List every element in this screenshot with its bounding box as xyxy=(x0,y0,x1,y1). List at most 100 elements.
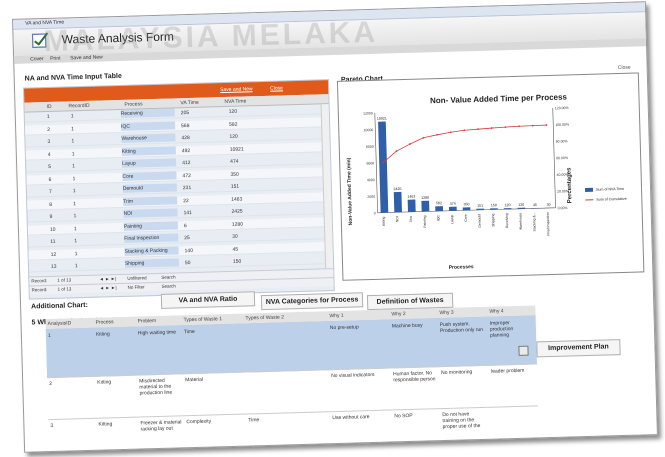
cumulative-point xyxy=(449,131,452,134)
col-why2[interactable]: Why 2 xyxy=(391,311,405,317)
filter-status[interactable]: Unfiltered xyxy=(127,275,146,281)
analysis-id: 2 xyxy=(49,380,53,388)
improvement-plan-button[interactable]: Improvement Plan xyxy=(536,339,621,358)
row-process: Receiving xyxy=(120,108,175,118)
row-va-time: 6 xyxy=(183,222,187,229)
x-tick-label: Kitting xyxy=(382,216,386,226)
pareto-chart: Non- Value Added Time per Process Non-Va… xyxy=(336,72,645,281)
y-tick-label: 2000 xyxy=(367,195,375,199)
col-id[interactable]: ID xyxy=(46,104,51,110)
nav-buttons-icon[interactable]: ◄ ► ►| xyxy=(99,276,116,281)
page: VA and NVA Time Waste Analysis Form Cove… xyxy=(0,0,665,457)
row-recordid: 1 xyxy=(71,138,75,145)
nav-buttons-outer-icon[interactable]: ◄ ► ►| xyxy=(100,285,117,290)
y-tick-label: 10000 xyxy=(364,128,374,132)
bar-value-label: 1280 xyxy=(421,196,429,200)
record-position-outer[interactable]: 1 of 13 xyxy=(58,286,72,291)
search-box-outer[interactable]: Search xyxy=(162,283,176,288)
row-recordid: 1 xyxy=(72,188,76,195)
row-id: 4 xyxy=(47,151,51,158)
search-box[interactable]: Search xyxy=(161,274,175,279)
close-button[interactable]: Close xyxy=(270,85,283,91)
row-id: 10 xyxy=(49,226,56,233)
filter-status-outer[interactable]: No Filter xyxy=(128,284,145,289)
va-nva-ratio-button[interactable]: VA and NVA Ratio xyxy=(160,291,256,309)
row-va-time: 50 xyxy=(184,260,191,267)
row-recordid: 1 xyxy=(72,175,76,182)
row-process: Trim xyxy=(123,195,178,206)
why3-cell: Do not have training on the proper use o… xyxy=(442,411,481,431)
x-tick-label: Receiving xyxy=(505,213,509,228)
x-tick-label: IQC xyxy=(436,215,440,222)
ribbon-item-cover[interactable]: Cover xyxy=(30,56,44,62)
col-why3[interactable]: Why 3 xyxy=(439,310,453,316)
x-tick-label: Shipping xyxy=(491,213,495,226)
row-id: 1 xyxy=(46,113,50,121)
row-id: 7 xyxy=(48,188,52,195)
row-nva-time: 474 xyxy=(230,158,239,165)
row-nva-time: 582 xyxy=(229,121,238,128)
col-nva-time[interactable]: NVA Time xyxy=(224,98,246,105)
x-axis-label: Processes xyxy=(449,264,474,271)
x-tick-label: Trim xyxy=(409,216,413,223)
col-analysisid[interactable]: AnalysisID xyxy=(48,320,72,327)
analysis-id: 1 xyxy=(47,332,51,340)
why4-cell: leader problem xyxy=(491,367,525,375)
row-nva-time: 2425 xyxy=(231,208,243,215)
record-position[interactable]: 1 of 13 xyxy=(57,277,71,282)
row-id: 5 xyxy=(48,163,52,170)
row-recordid: 1 xyxy=(74,238,78,245)
row-process: Kitting xyxy=(121,145,176,156)
problem-cell: High waiting time xyxy=(137,329,177,337)
col-problem[interactable]: Problem xyxy=(137,318,156,325)
x-tick-label: Layup xyxy=(450,215,454,224)
cumulative-point xyxy=(518,125,520,128)
bar-value-label: 45 xyxy=(533,203,537,207)
why2-cell: No SOP xyxy=(394,412,413,420)
problem-cell: Misdirected material to the production l… xyxy=(139,377,173,397)
row-va-time: 205 xyxy=(180,110,190,117)
waste1-cell: Material xyxy=(185,376,204,384)
y2-tick-label: 60.00% xyxy=(556,156,568,160)
y-tick-label: 4000 xyxy=(367,178,375,182)
record-selector-icon[interactable] xyxy=(518,345,529,356)
cumulative-point xyxy=(490,127,493,129)
row-process: Layup xyxy=(122,158,177,168)
col-why4[interactable]: Why 4 xyxy=(489,308,503,314)
row-va-time: 141 xyxy=(183,209,192,217)
col-why1[interactable]: Why 1 xyxy=(329,313,343,319)
waste1-cell: Complexity xyxy=(186,418,212,426)
process-cell: Kitting xyxy=(97,379,112,386)
legend-label: Sum of NVA Time xyxy=(596,187,624,192)
bar-value-label: 582 xyxy=(436,201,442,205)
access-window: VA and NVA Time Waste Analysis Form Cove… xyxy=(12,1,658,453)
x-tick-label: Stacking &... xyxy=(532,212,537,231)
nva-section-title: NA and NVA Time Input Table xyxy=(24,72,122,83)
bar xyxy=(517,207,526,209)
col-va-time[interactable]: VA Time xyxy=(180,100,198,107)
col-waste2[interactable]: Types of Waste 2 xyxy=(245,314,284,321)
y-tick-label: 0 xyxy=(374,211,376,215)
save-and-new-button[interactable]: Save and New xyxy=(220,86,253,93)
row-process: Painting xyxy=(123,220,178,231)
x-tick-label: Final Inspection xyxy=(546,212,551,236)
why1-cell: No pre-setup xyxy=(329,324,359,332)
row-recordid: 1 xyxy=(71,125,75,132)
row-va-time: 492 xyxy=(181,147,191,154)
row-recordid: 1 xyxy=(72,163,76,170)
row-recordid: 1 xyxy=(70,113,74,120)
row-nva-time: 120 xyxy=(229,133,238,140)
col-process[interactable]: Process xyxy=(124,101,142,108)
row-nva-time: 30 xyxy=(232,233,238,240)
row-id: 9 xyxy=(49,213,53,220)
y-tick-label: 6000 xyxy=(366,161,374,165)
bar xyxy=(476,208,485,211)
row-process: Shipping xyxy=(124,258,180,268)
nva-categories-button[interactable]: NVA Categories for Process xyxy=(260,292,364,311)
bar xyxy=(490,208,498,210)
bar xyxy=(393,191,402,213)
col-waste1[interactable]: Types of Waste 1 xyxy=(183,316,222,323)
col-process[interactable]: Process xyxy=(95,319,113,326)
bar xyxy=(435,206,444,212)
col-recordid[interactable]: RecordID xyxy=(68,103,89,110)
